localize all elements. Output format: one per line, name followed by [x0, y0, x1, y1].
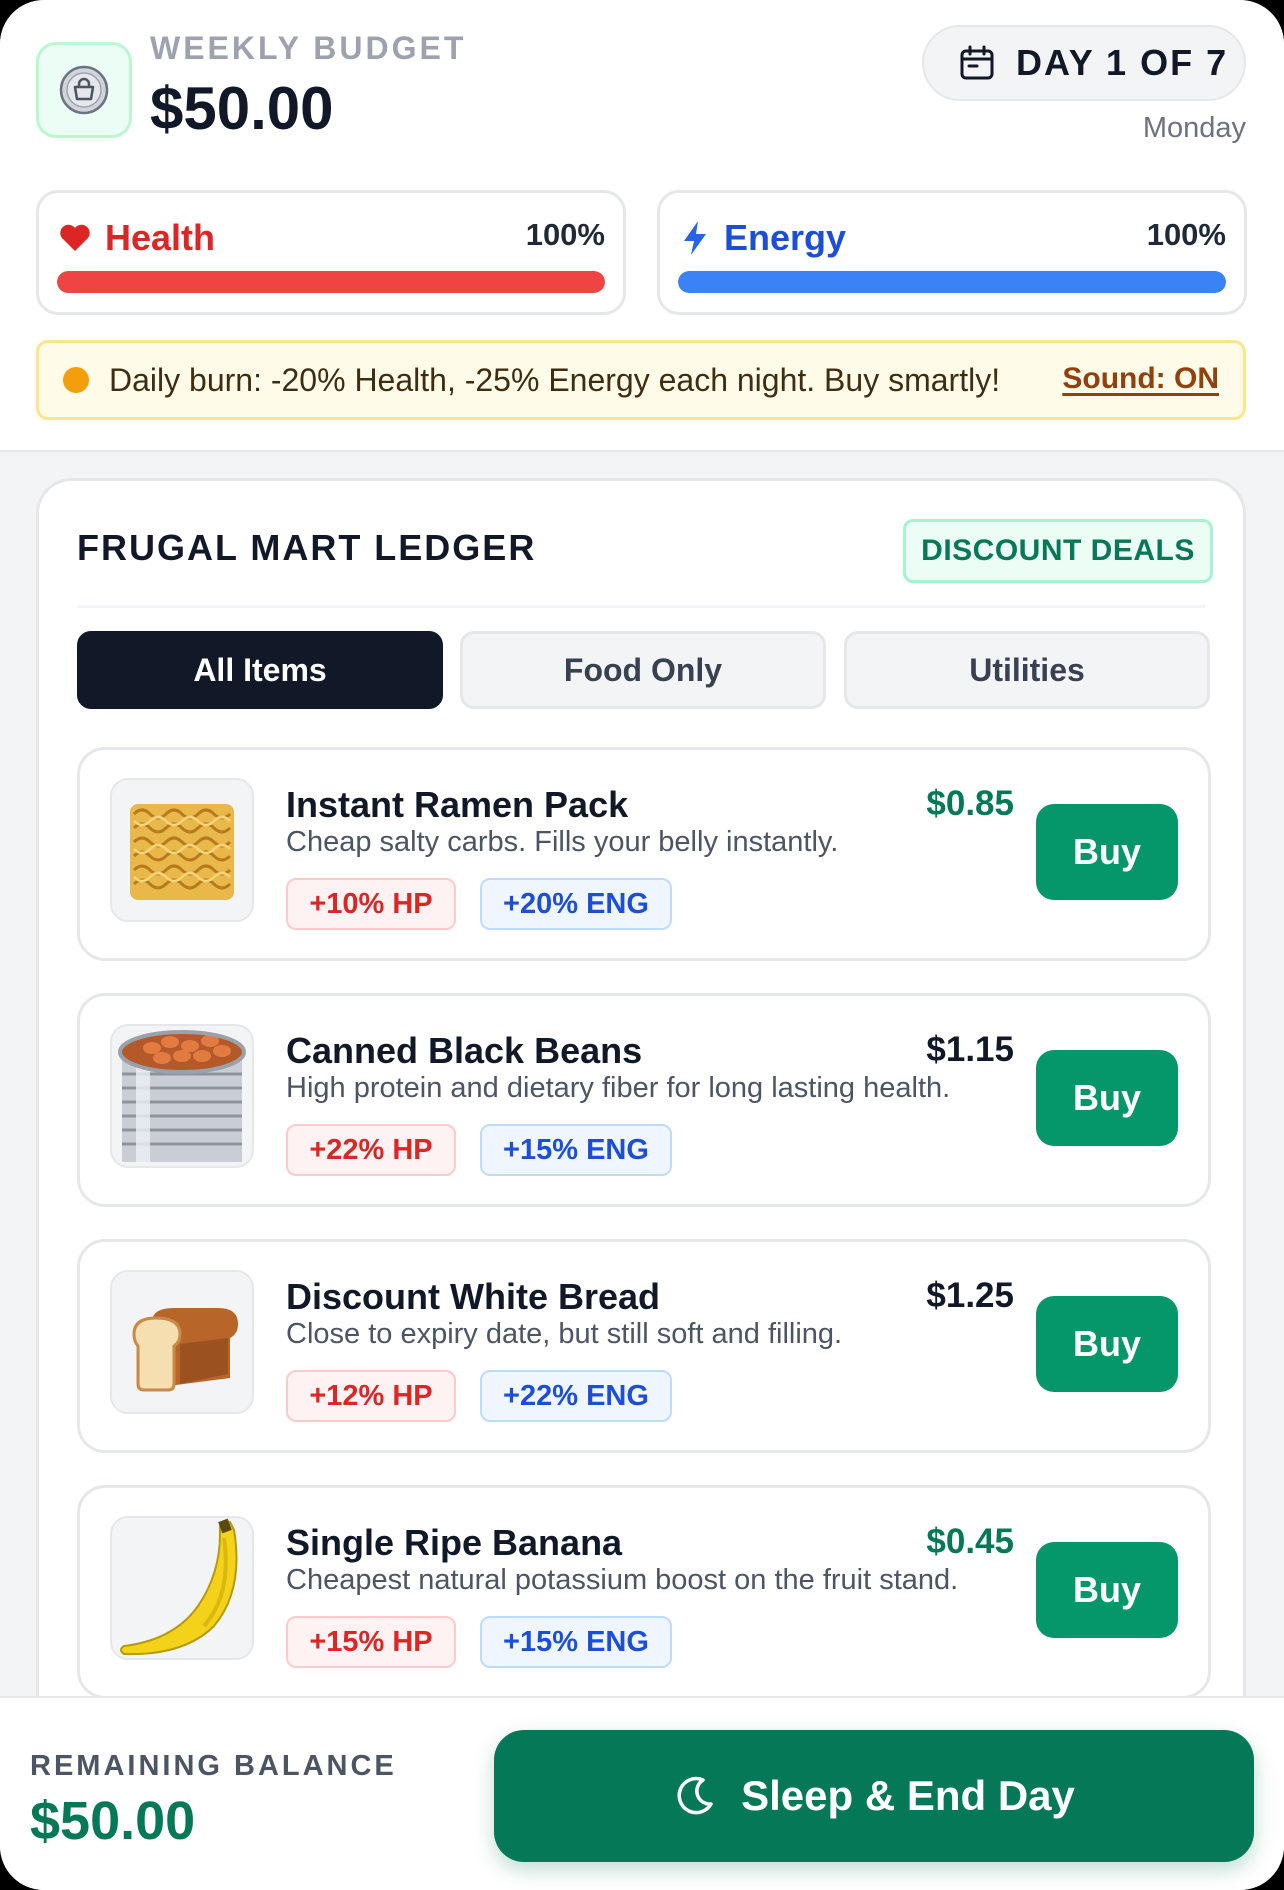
item-name: Instant Ramen Pack — [286, 784, 629, 825]
banana-image — [110, 1516, 254, 1660]
item-name: Single Ripe Banana — [286, 1522, 623, 1563]
wallet-badge — [36, 42, 132, 138]
budget-label: WEEKLY BUDGET — [150, 30, 467, 66]
item-card: Instant Ramen Pack Cheap salty carbs. Fi… — [77, 747, 1211, 961]
heart-icon — [60, 224, 90, 251]
energy-bar-fill — [678, 271, 1226, 293]
tab-utilities[interactable]: Utilities — [844, 631, 1210, 709]
energy-tag: +20% ENG — [480, 878, 672, 930]
buy-button[interactable]: Buy — [1036, 1050, 1178, 1146]
sound-toggle[interactable]: Sound: ON — [1062, 362, 1219, 396]
health-value: 100% — [525, 217, 605, 252]
item-name: Discount White Bread — [286, 1276, 661, 1317]
energy-label: Energy — [724, 217, 847, 258]
moon-icon — [677, 1776, 713, 1815]
health-card: Health 100% — [36, 190, 626, 315]
buy-button[interactable]: Buy — [1036, 1296, 1178, 1392]
buy-button[interactable]: Buy — [1036, 1542, 1178, 1638]
header: WEEKLY BUDGET $50.00 DAY 1 OF 7 Monday H… — [0, 0, 1284, 452]
day-indicator: DAY 1 OF 7 — [922, 25, 1246, 101]
hp-tag: +15% HP — [286, 1616, 456, 1668]
item-price: $1.15 — [926, 1030, 1014, 1069]
tab-food-only[interactable]: Food Only — [460, 631, 826, 709]
ledger-panel: FRUGAL MART LEDGER DISCOUNT DEALS All It… — [36, 478, 1246, 1890]
remaining-balance-label: REMAINING BALANCE — [30, 1750, 397, 1782]
canned-beans-image — [110, 1024, 254, 1168]
day-label: DAY 1 OF 7 — [1016, 42, 1229, 83]
energy-tag: +15% ENG — [480, 1124, 672, 1176]
footer-bar: REMAINING BALANCE $50.00 Sleep & End Day — [0, 1696, 1284, 1890]
energy-tag: +22% ENG — [480, 1370, 672, 1422]
daily-burn-notice: Daily burn: -20% Health, -25% Energy eac… — [36, 340, 1246, 420]
weekday-label: Monday — [1142, 112, 1246, 144]
sleep-end-day-button[interactable]: Sleep & End Day — [494, 1730, 1254, 1862]
item-price: $1.25 — [926, 1276, 1014, 1315]
hp-tag: +12% HP — [286, 1370, 456, 1422]
buy-button[interactable]: Buy — [1036, 804, 1178, 900]
item-price: $0.85 — [926, 784, 1014, 823]
notice-text: Daily burn: -20% Health, -25% Energy eac… — [109, 361, 1001, 398]
discount-deals-badge: DISCOUNT DEALS — [903, 519, 1213, 583]
shopping-bag-icon — [59, 65, 109, 115]
energy-bar — [678, 271, 1226, 293]
ramen-image — [110, 778, 254, 922]
energy-card: Energy 100% — [657, 190, 1247, 315]
lightning-icon — [684, 221, 706, 255]
budget-value: $50.00 — [150, 75, 334, 142]
item-price: $0.45 — [926, 1522, 1014, 1561]
app-screen: WEEKLY BUDGET $50.00 DAY 1 OF 7 Monday H… — [0, 0, 1284, 1890]
item-card: Single Ripe Banana Cheapest natural pota… — [77, 1485, 1211, 1699]
item-description: Close to expiry date, but still soft and… — [286, 1318, 843, 1350]
hp-tag: +22% HP — [286, 1124, 456, 1176]
item-card: Canned Black Beans High protein and diet… — [77, 993, 1211, 1207]
calendar-icon — [960, 45, 994, 80]
item-card: Discount White Bread Close to expiry dat… — [77, 1239, 1211, 1453]
ledger-title: FRUGAL MART LEDGER — [77, 527, 537, 568]
tab-all-items[interactable]: All Items — [77, 631, 443, 709]
hp-tag: +10% HP — [286, 878, 456, 930]
item-description: Cheap salty carbs. Fills your belly inst… — [286, 826, 839, 858]
sleep-button-label: Sleep & End Day — [741, 1772, 1075, 1819]
divider — [77, 605, 1205, 608]
warning-dot-icon — [63, 367, 89, 393]
remaining-balance-value: $50.00 — [30, 1791, 196, 1851]
item-description: High protein and dietary fiber for long … — [286, 1072, 951, 1104]
health-bar-fill — [57, 271, 605, 293]
bread-image — [110, 1270, 254, 1414]
health-label: Health — [105, 217, 216, 258]
item-description: Cheapest natural potassium boost on the … — [286, 1564, 959, 1596]
item-name: Canned Black Beans — [286, 1030, 643, 1071]
energy-value: 100% — [1146, 217, 1226, 252]
health-bar — [57, 271, 605, 293]
energy-tag: +15% ENG — [480, 1616, 672, 1668]
